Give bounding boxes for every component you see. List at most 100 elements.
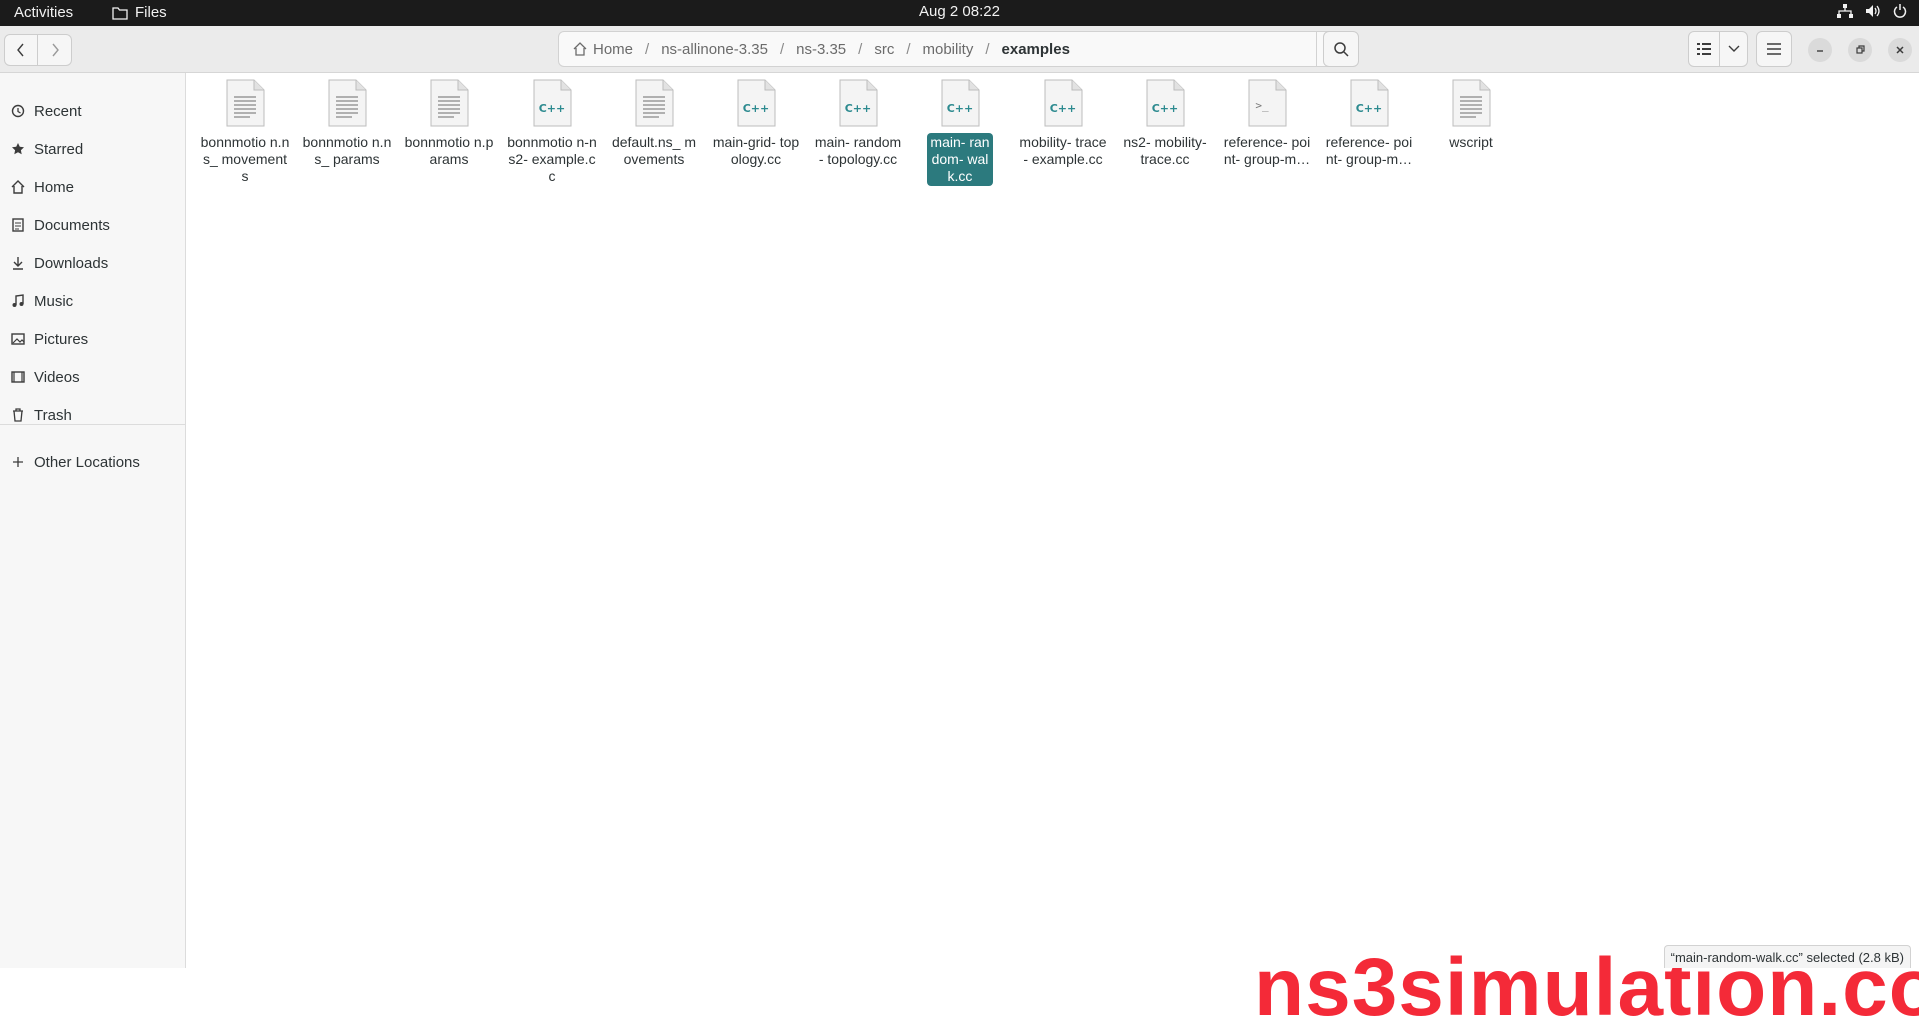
home-icon	[573, 42, 587, 56]
file-name: default.ns_ movements	[611, 134, 697, 167]
file-name: main-grid- topology.cc	[712, 134, 800, 167]
chevron-left-icon	[17, 43, 24, 57]
sidebar-item-label: Starred	[34, 140, 84, 158]
file-name: reference- point- group-m…	[1325, 134, 1413, 167]
sidebar-item-documents[interactable]: Documents	[0, 209, 185, 241]
back-button[interactable]	[4, 34, 38, 66]
star-icon	[10, 142, 26, 156]
app-menu-files[interactable]: Files	[112, 4, 167, 21]
svg-text:C++: C++	[1050, 102, 1077, 115]
file-item[interactable]: C++ main-grid- topology.cc	[707, 79, 805, 169]
file-item[interactable]: bonnmotio n.ns_ params	[298, 79, 396, 169]
sidebar-item-label: Recent	[34, 102, 82, 120]
hamburger-icon	[1767, 43, 1781, 55]
search-icon	[1334, 42, 1349, 57]
restore-icon	[1856, 45, 1865, 54]
breadcrumb-home[interactable]: Home	[569, 41, 637, 58]
file-item[interactable]: C++ reference- point- group-m…	[1320, 79, 1418, 169]
file-item[interactable]: C++ mobility- trace- example.cc	[1014, 79, 1112, 169]
breadcrumb-ns-3[interactable]: ns-3.35	[792, 41, 850, 58]
file-item[interactable]: C++ main- random- walk.cc	[911, 79, 1009, 186]
video-icon	[10, 371, 26, 383]
sidebar-divider	[0, 424, 185, 425]
file-name: bonnmotio n.ns_ params	[302, 134, 392, 167]
breadcrumb-src[interactable]: src	[870, 41, 898, 58]
breadcrumb-separator: /	[906, 40, 911, 58]
breadcrumb-separator: /	[645, 40, 650, 58]
file-name: ns2- mobility- trace.cc	[1123, 134, 1207, 167]
sidebar-item-label: Documents	[34, 216, 110, 234]
file-item[interactable]: C++ bonnmotio n-ns2- example.cc	[503, 79, 601, 186]
sidebar-item-videos[interactable]: Videos	[0, 361, 185, 393]
file-item[interactable]: default.ns_ movements	[605, 79, 703, 169]
status-bar: “main-random-walk.cc” selected (2.8 kB)	[1663, 945, 1911, 968]
breadcrumb-mobility[interactable]: mobility	[919, 41, 978, 58]
top-bar: Activities Files Aug 2 08:22	[0, 0, 1919, 26]
activities-button[interactable]: Activities	[14, 4, 73, 21]
file-item[interactable]: bonnmotio n.params	[400, 79, 498, 169]
clock-icon	[10, 104, 26, 118]
power-icon	[1893, 4, 1907, 18]
text-file-icon	[427, 79, 471, 127]
sidebar-item-pictures[interactable]: Pictures	[0, 323, 185, 355]
text-file-icon	[632, 79, 676, 127]
sidebar-item-label: Music	[34, 292, 74, 310]
chevron-right-icon	[51, 43, 59, 57]
file-item[interactable]: bonnmotio n.ns_ movements	[196, 79, 294, 186]
file-item[interactable]: C++ ns2- mobility- trace.cc	[1116, 79, 1214, 169]
minimize-icon	[1817, 50, 1823, 52]
status-text: “main-random-walk.cc” selected (2.8 kB)	[1670, 949, 1904, 965]
file-name: main- random- topology.cc	[814, 134, 902, 167]
sidebar-item-other-locations[interactable]: Other Locations	[0, 446, 185, 478]
picture-icon	[10, 333, 26, 345]
cpp-file-icon: C++	[836, 79, 880, 127]
main-menu-button[interactable]	[1756, 31, 1792, 67]
file-name: bonnmotio n-ns2- example.cc	[507, 134, 597, 184]
sidebar-item-music[interactable]: Music	[0, 285, 185, 317]
file-view: bonnmotio n.ns_ movements bonnmotio n.ns_…	[186, 73, 1919, 1033]
sidebar-item-trash[interactable]: Trash	[0, 399, 185, 431]
header-bar: Home / ns-allinone-3.35 / ns-3.35 / src …	[0, 26, 1919, 73]
path-bar: Home / ns-allinone-3.35 / ns-3.35 / src …	[558, 31, 1352, 67]
sidebar-item-label: Home	[34, 178, 75, 196]
forward-button[interactable]	[38, 34, 72, 66]
file-name: mobility- trace- example.cc	[1019, 134, 1107, 167]
file-item[interactable]: >_ reference- point- group-m…	[1218, 79, 1316, 169]
app-name: Files	[135, 4, 167, 21]
view-options-button[interactable]	[1720, 31, 1748, 67]
minimize-button[interactable]	[1808, 38, 1832, 62]
plus-icon	[10, 456, 26, 468]
sidebar-item-label: Pictures	[34, 330, 89, 348]
close-button[interactable]	[1888, 38, 1912, 62]
clock[interactable]: Aug 2 08:22	[919, 3, 1000, 20]
file-name: wscript	[1449, 134, 1493, 150]
sidebar-item-home[interactable]: Home	[0, 171, 185, 203]
breadcrumb: Home / ns-allinone-3.35 / ns-3.35 / src …	[559, 41, 1316, 58]
list-view-button[interactable]	[1688, 31, 1720, 67]
sidebar-item-starred[interactable]: Starred	[0, 133, 185, 165]
text-file-icon	[223, 79, 267, 127]
sidebar-item-downloads[interactable]: Downloads	[0, 247, 185, 279]
script-file-icon: >_	[1245, 79, 1289, 127]
restore-button[interactable]	[1848, 38, 1872, 62]
file-item[interactable]: wscript	[1422, 79, 1520, 152]
search-button[interactable]	[1323, 31, 1359, 67]
sidebar-item-label: Other Locations	[34, 453, 140, 471]
download-icon	[10, 256, 26, 270]
svg-text:C++: C++	[1356, 102, 1383, 115]
sidebar-item-recent[interactable]: Recent	[0, 95, 185, 127]
music-icon	[10, 294, 26, 308]
breadcrumb-ns-allinone[interactable]: ns-allinone-3.35	[657, 41, 772, 58]
breadcrumb-label: Home	[593, 40, 634, 58]
breadcrumb-examples[interactable]: examples	[998, 41, 1074, 58]
svg-text:C++: C++	[845, 102, 872, 115]
svg-text:>_: >_	[1255, 99, 1269, 112]
sidebar-item-label: Downloads	[34, 254, 109, 272]
sidebar: Recent Starred Home Documents Downloads …	[0, 73, 186, 968]
file-item[interactable]: C++ main- random- topology.cc	[809, 79, 907, 169]
folder-icon	[112, 6, 128, 20]
system-tray[interactable]	[1837, 4, 1907, 18]
network-icon	[1837, 4, 1853, 18]
file-name: bonnmotio n.ns_ movements	[200, 134, 290, 184]
cpp-file-icon: C++	[1143, 79, 1187, 127]
